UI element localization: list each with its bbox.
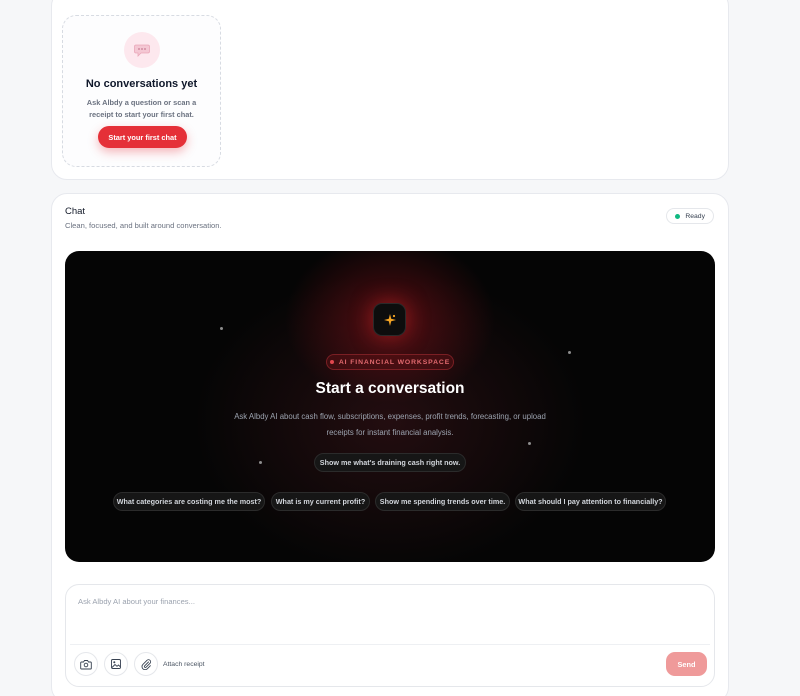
suggestion-chip-categories[interactable]: What categories are costing me the most? — [113, 492, 265, 511]
image-upload-button[interactable] — [104, 652, 128, 676]
star-dot — [568, 351, 571, 354]
attach-receipt-label: Attach receipt — [163, 661, 205, 668]
sparkle-icon — [373, 303, 406, 336]
hero-title: Start a conversation — [315, 380, 465, 397]
status-label: Ready — [685, 212, 705, 220]
composer-divider — [70, 644, 710, 645]
chat-hero: AI FINANCIAL WORKSPACE Start a conversat… — [65, 251, 715, 562]
status-dot-icon — [675, 213, 681, 219]
workspace-badge-label: AI FINANCIAL WORKSPACE — [338, 358, 451, 366]
message-composer: Attach receipt Send — [65, 584, 715, 687]
empty-title: No conversations yet — [85, 78, 198, 90]
star-dot — [528, 442, 531, 445]
workspace-badge: AI FINANCIAL WORKSPACE — [326, 354, 454, 370]
message-input[interactable] — [70, 589, 710, 635]
conversation-list-panel: No conversations yet Ask Albdy a questio… — [51, 0, 729, 180]
chat-subtitle: Clean, focused, and built around convers… — [65, 221, 222, 230]
chat-bubble-icon — [124, 32, 160, 68]
start-first-chat-button[interactable]: Start your first chat — [98, 126, 187, 148]
empty-conversations: No conversations yet Ask Albdy a questio… — [62, 15, 221, 167]
paperclip-icon — [141, 659, 151, 670]
attach-button[interactable] — [134, 652, 158, 676]
star-dot — [259, 461, 262, 464]
empty-description: Ask Albdy a question or scan a receipt t… — [86, 98, 197, 119]
badge-dot-icon — [329, 360, 334, 364]
status-badge: Ready — [666, 208, 714, 224]
image-icon — [111, 659, 121, 669]
star-dot — [220, 327, 223, 330]
chat-title: Chat — [65, 206, 86, 217]
chat-panel: Chat Clean, focused, and built around co… — [51, 193, 729, 696]
suggestion-chip-trends[interactable]: Show me spending trends over time. — [375, 492, 510, 511]
hero-description: Ask Albdy AI about cash flow, subscripti… — [234, 412, 546, 437]
suggestion-chip-attention[interactable]: What should I pay attention to financial… — [515, 492, 666, 511]
suggestion-primary-chip[interactable]: Show me what's draining cash right now. — [314, 453, 466, 472]
camera-icon — [80, 659, 92, 669]
suggestion-chip-profit[interactable]: What is my current profit? — [271, 492, 370, 511]
send-button[interactable]: Send — [666, 652, 707, 676]
camera-button[interactable] — [74, 652, 98, 676]
